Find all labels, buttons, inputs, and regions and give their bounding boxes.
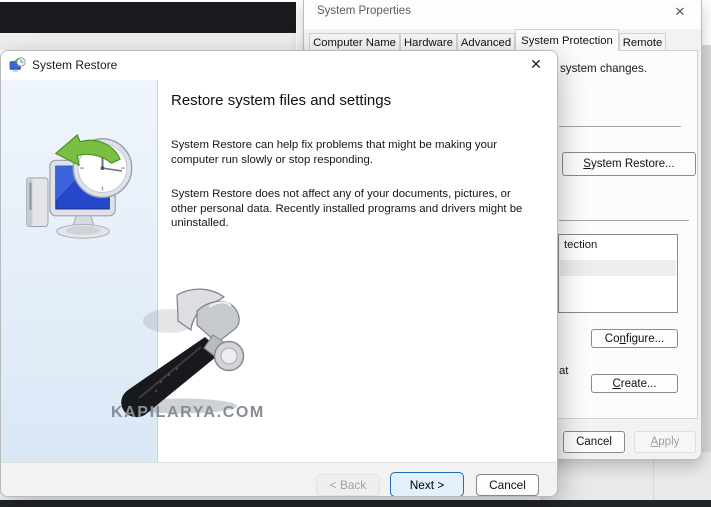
wizard-paragraph-2: System Restore does not affect any of yo… [171,188,523,229]
system-restore-icon [9,57,26,73]
wizard-titlebar: System Restore ✕ [1,51,557,80]
tab-computer-name[interactable]: Computer Name [309,33,400,51]
configure-button[interactable]: Co n figure... [591,329,678,348]
tab-system-protection[interactable]: System Protection [515,29,619,51]
section-separator [559,126,681,127]
wizard-heading: Restore system files and settings [171,92,392,109]
screen: System Properties ✕ Computer Name Hardwa… [0,0,711,507]
background-window-seam [653,455,654,503]
system-properties-title: System Properties [317,5,411,17]
wizard-cancel-button[interactable]: Cancel [476,474,539,496]
create-hint-text-fragment: at [559,365,569,377]
watermark-text: KAPILARYA.COM [111,404,265,421]
tab-remote[interactable]: Remote [619,33,666,51]
sysprops-cancel-button[interactable]: Cancel [563,431,625,453]
background-right-band [702,45,711,503]
close-icon[interactable]: ✕ [669,2,691,22]
next-button[interactable]: Next > [390,472,464,496]
system-properties-titlebar: System Properties ✕ [304,0,701,29]
system-restore-button[interactable]: System Restore... [562,152,696,176]
hammer-watermark-image [121,288,245,418]
wizard-title: System Restore [32,58,118,72]
wizard-paragraph-1: System Restore can help fix problems tha… [171,139,498,166]
sysprops-apply-button[interactable]: Apply [634,431,696,453]
background-gray-strip [0,33,296,50]
protection-drives-list[interactable]: tection [558,234,678,313]
back-button[interactable]: < Back [316,474,380,496]
system-restore-wizard-dialog: System Restore ✕ Restore system files an… [0,50,558,497]
create-button[interactable]: Create... [591,374,678,393]
undo-changes-text-fragment: system changes. [560,62,647,75]
tab-hardware[interactable]: Hardware [400,33,457,51]
list-header-protection-fragment: tection [564,239,598,251]
background-dark-window [0,2,296,33]
section-separator [559,220,689,221]
wizard-footer [1,462,557,496]
background-bottom-bar [0,500,711,507]
selected-drive-row[interactable] [560,260,676,276]
close-icon[interactable]: ✕ [524,53,548,75]
system-restore-illustration [26,134,133,239]
tab-advanced[interactable]: Advanced [457,33,515,51]
